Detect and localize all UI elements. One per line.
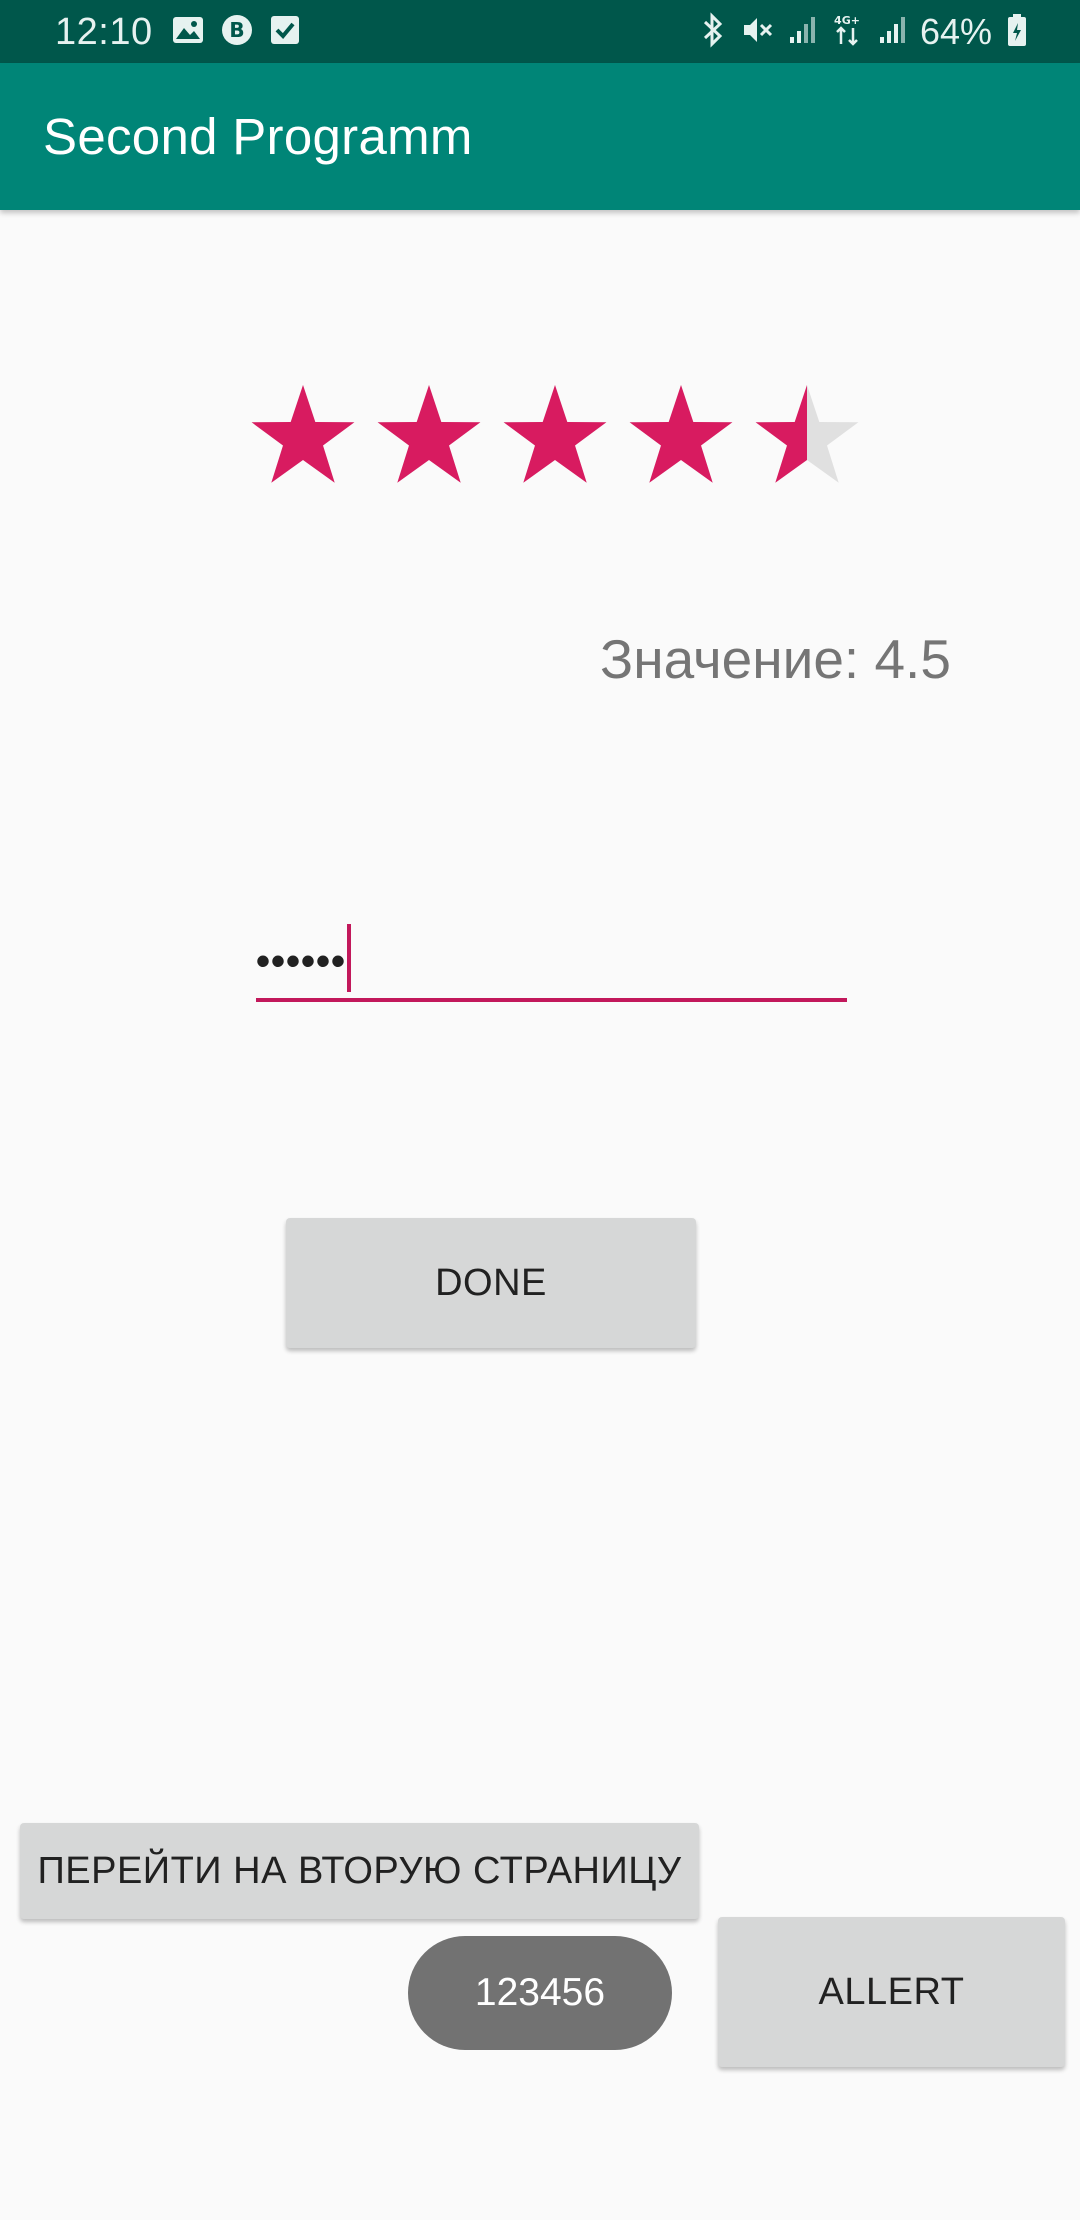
go-to-second-page-button[interactable]: ПЕРЕЙТИ НА ВТОРУЮ СТРАНИЦУ xyxy=(20,1823,699,1919)
battery-icon xyxy=(1006,13,1028,52)
password-field[interactable]: •••••• xyxy=(256,918,847,1002)
app-title: Second Programm xyxy=(43,108,473,165)
mute-icon xyxy=(740,13,774,52)
svg-text:4G+: 4G+ xyxy=(834,14,860,27)
battery-percentage: 64% xyxy=(919,11,992,52)
status-time: 12:10 xyxy=(55,11,153,53)
star-filled-icon xyxy=(503,385,607,483)
signal-icon xyxy=(878,15,906,50)
password-value: •••••• xyxy=(256,924,352,998)
checkbox-icon xyxy=(270,15,300,50)
status-notification-icons: B xyxy=(172,14,300,51)
app-bar: Second Programm xyxy=(0,63,1080,210)
star-filled-icon xyxy=(377,385,481,483)
4g-signal-icon: 4G+ xyxy=(830,12,864,53)
allert-button[interactable]: ALLERT xyxy=(718,1917,1065,2067)
done-button[interactable]: DONE xyxy=(286,1218,696,1348)
bluetooth-icon xyxy=(700,11,726,53)
image-icon xyxy=(172,16,204,49)
star-half-icon xyxy=(755,385,807,483)
rating-bar[interactable] xyxy=(250,381,870,491)
status-bar: 12:10 B 4G+ 64% xyxy=(0,0,1080,63)
svg-text:B: B xyxy=(229,18,244,42)
password-dots: •••••• xyxy=(256,939,347,984)
toast-message: 123456 xyxy=(408,1936,672,2050)
signal-icon xyxy=(788,15,816,50)
status-system-icons: 4G+ 64% xyxy=(700,10,1028,54)
rating-value-label: Значение: 4.5 xyxy=(600,628,951,690)
star-filled-icon xyxy=(251,385,355,483)
star-filled-icon xyxy=(629,385,733,483)
vk-icon: B xyxy=(221,14,253,51)
text-cursor xyxy=(347,924,352,992)
